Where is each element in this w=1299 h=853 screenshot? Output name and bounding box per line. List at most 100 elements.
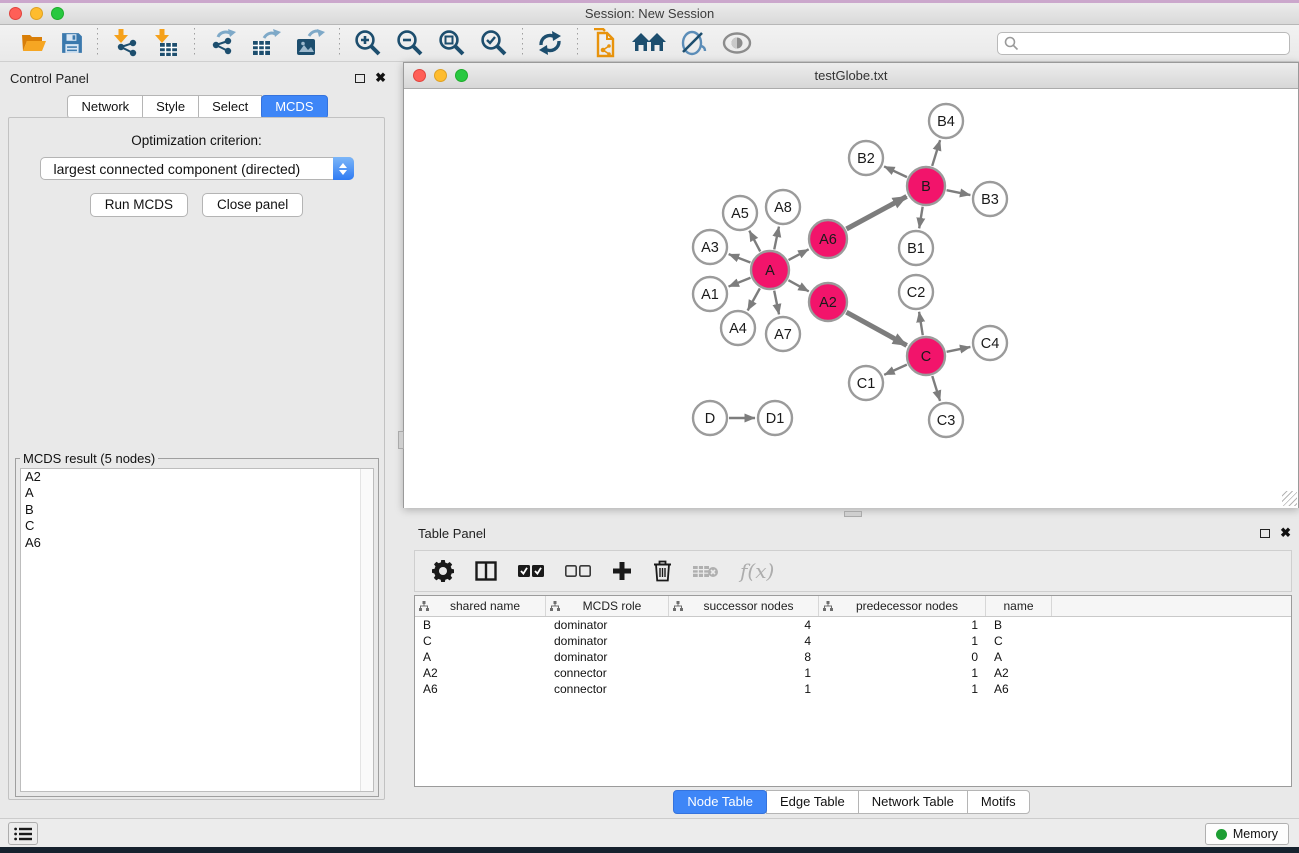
edge-A-A7[interactable] [774, 291, 779, 315]
node-C[interactable]: C [907, 337, 945, 375]
table-cell[interactable]: A [415, 650, 546, 664]
show-graphics-details-button[interactable] [673, 27, 715, 59]
close-panel-icon[interactable]: ✖ [375, 73, 386, 83]
column-header-MCDS-role[interactable]: MCDS role [546, 596, 669, 616]
edge-C-C2[interactable] [919, 312, 923, 335]
edge-A-A3[interactable] [729, 254, 751, 262]
edge-A-A6[interactable] [789, 249, 809, 260]
edge-A-A1[interactable] [729, 278, 751, 287]
table-cell[interactable]: 8 [669, 650, 819, 664]
table-row[interactable]: A2connector11A2 [415, 665, 1291, 681]
node-A1[interactable]: A1 [693, 277, 727, 311]
column-icon[interactable] [475, 561, 497, 581]
table-cell[interactable]: A6 [986, 682, 1052, 696]
zoom-fit-button[interactable] [431, 27, 473, 59]
table-cell[interactable]: 1 [819, 634, 986, 648]
table-cell[interactable]: 1 [819, 618, 986, 632]
node-A4[interactable]: A4 [721, 311, 755, 345]
column-header-name[interactable]: name [986, 596, 1052, 616]
table-cell[interactable]: 1 [819, 682, 986, 696]
table-cell[interactable]: A2 [986, 666, 1052, 680]
table-cell[interactable]: 1 [669, 682, 819, 696]
edge-A-A5[interactable] [749, 231, 760, 252]
task-history-button[interactable] [8, 822, 38, 845]
select-all-icon[interactable] [518, 565, 544, 578]
tab-network-table[interactable]: Network Table [858, 790, 968, 814]
tab-mcds[interactable]: MCDS [261, 95, 327, 119]
table-cell[interactable]: C [986, 634, 1052, 648]
table-cell[interactable]: B [415, 618, 546, 632]
close-panel-icon[interactable]: ✖ [1280, 528, 1291, 538]
edge-C-C3[interactable] [932, 376, 940, 401]
birds-eye-view-button[interactable] [715, 27, 759, 59]
add-column-icon[interactable] [612, 561, 632, 581]
table-row[interactable]: A6connector11A6 [415, 681, 1291, 697]
edge-A-A8[interactable] [774, 227, 779, 250]
node-A8[interactable]: A8 [766, 190, 800, 224]
deselect-all-icon[interactable] [565, 565, 591, 578]
table-cell[interactable]: connector [546, 666, 669, 680]
node-B[interactable]: B [907, 167, 945, 205]
open-session-button[interactable] [14, 27, 54, 59]
edge-B-B3[interactable] [947, 190, 971, 195]
edge-B-B4[interactable] [932, 140, 940, 166]
search-input[interactable] [997, 32, 1290, 55]
network-canvas[interactable]: B4B2BB3A8A5A6B1A3AA1C2A2A4A7C4CC1C3DD1 [404, 89, 1298, 508]
node-A6[interactable]: A6 [809, 220, 847, 258]
edge-C-C1[interactable] [884, 365, 907, 375]
export-table-button[interactable] [244, 27, 288, 59]
table-cell[interactable]: connector [546, 682, 669, 696]
table-cell[interactable]: C [415, 634, 546, 648]
table-row[interactable]: Adominator80A [415, 649, 1291, 665]
column-header-shared-name[interactable]: shared name [415, 596, 546, 616]
edge-C-C4[interactable] [947, 347, 971, 352]
tab-style[interactable]: Style [142, 95, 199, 119]
tab-edge-table[interactable]: Edge Table [766, 790, 859, 814]
zoom-out-button[interactable] [389, 27, 431, 59]
gear-icon[interactable] [432, 560, 454, 582]
close-panel-button[interactable]: Close panel [202, 193, 303, 217]
node-C4[interactable]: C4 [973, 326, 1007, 360]
mcds-result-item[interactable]: A [21, 485, 373, 501]
network-window-titlebar[interactable]: testGlobe.txt [404, 63, 1298, 89]
scrollbar[interactable] [360, 469, 373, 791]
edge-A-A4[interactable] [748, 288, 760, 310]
optimization-criterion-select[interactable]: largest connected component (directed) [40, 157, 354, 180]
tab-motifs[interactable]: Motifs [967, 790, 1030, 814]
delete-column-icon[interactable] [693, 563, 719, 579]
column-header-successor-nodes[interactable]: successor nodes [669, 596, 819, 616]
tab-network[interactable]: Network [67, 95, 143, 119]
table-row[interactable]: Bdominator41B [415, 617, 1291, 633]
node-C2[interactable]: C2 [899, 275, 933, 309]
import-network-button[interactable] [105, 27, 146, 59]
refresh-button[interactable] [530, 27, 570, 59]
table-row[interactable]: Cdominator41C [415, 633, 1291, 649]
table-cell[interactable]: dominator [546, 634, 669, 648]
node-A5[interactable]: A5 [723, 196, 757, 230]
home-button[interactable] [625, 27, 673, 59]
resize-grip[interactable] [1282, 491, 1297, 506]
network-graph[interactable]: B4B2BB3A8A5A6B1A3AA1C2A2A4A7C4CC1C3DD1 [404, 89, 1298, 508]
table-cell[interactable]: A6 [415, 682, 546, 696]
table-cell[interactable]: 0 [819, 650, 986, 664]
memory-button[interactable]: Memory [1205, 823, 1289, 845]
tab-select[interactable]: Select [198, 95, 262, 119]
table-cell[interactable]: dominator [546, 618, 669, 632]
mcds-result-item[interactable]: A6 [21, 535, 373, 551]
node-A7[interactable]: A7 [766, 317, 800, 351]
edge-B-B2[interactable] [884, 166, 907, 177]
node-B3[interactable]: B3 [973, 182, 1007, 216]
zoom-selected-button[interactable] [473, 27, 515, 59]
table-cell[interactable]: 4 [669, 634, 819, 648]
divider-handle[interactable] [844, 511, 862, 517]
column-header-predecessor-nodes[interactable]: predecessor nodes [819, 596, 986, 616]
table-cell[interactable]: B [986, 618, 1052, 632]
table-cell[interactable]: A [986, 650, 1052, 664]
node-B1[interactable]: B1 [899, 231, 933, 265]
function-builder-icon[interactable]: f(x) [740, 559, 774, 583]
run-mcds-button[interactable]: Run MCDS [90, 193, 188, 217]
save-session-button[interactable] [54, 27, 90, 59]
delete-icon[interactable] [653, 560, 672, 582]
node-B4[interactable]: B4 [929, 104, 963, 138]
tab-node-table[interactable]: Node Table [673, 790, 767, 814]
